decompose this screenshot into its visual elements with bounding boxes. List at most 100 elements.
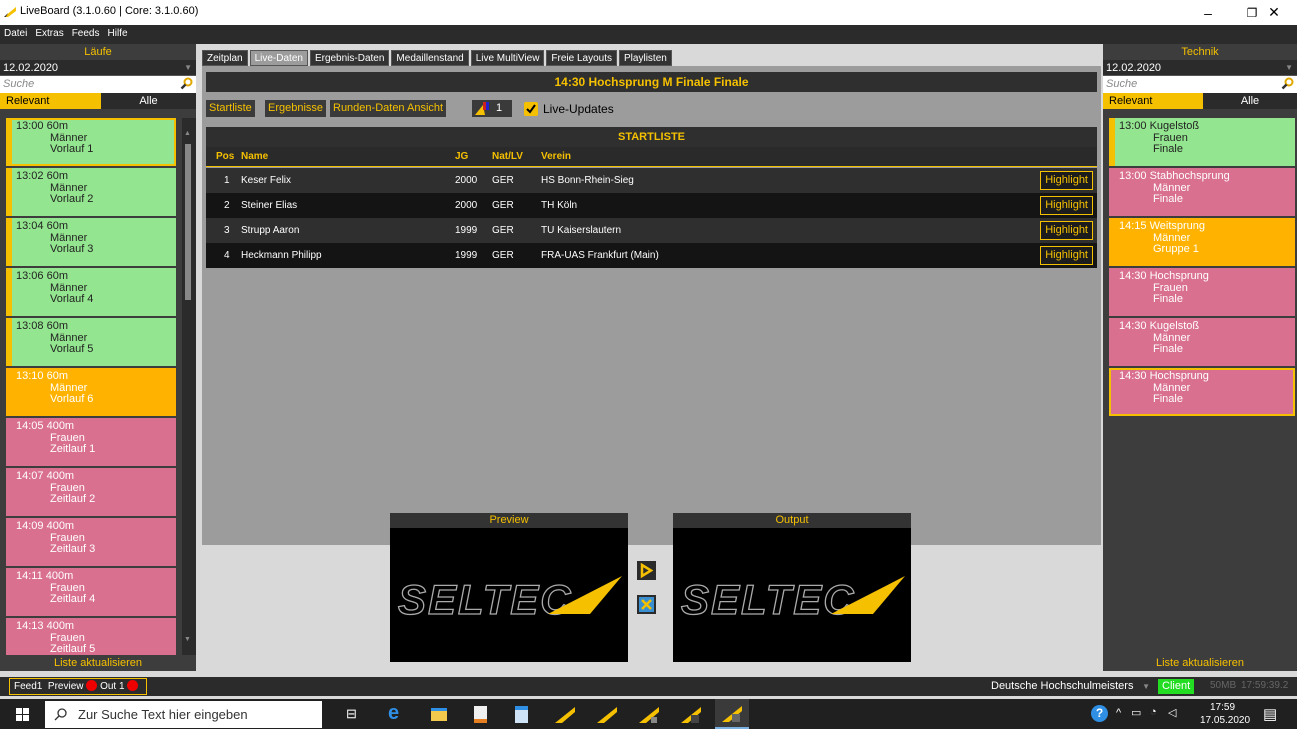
live-updates-checkbox[interactable] — [524, 102, 538, 116]
right-filter-relevant[interactable]: Relevant — [1103, 93, 1203, 109]
tab-freie-layouts[interactable]: Freie Layouts — [546, 50, 618, 66]
live-data-panel: 14:30 Hochsprung M Finale Finale Startli… — [202, 66, 1101, 545]
tab-medaillenstand[interactable]: Medaillenstand — [391, 50, 469, 66]
scroll-down-icon[interactable]: ▼ — [184, 636, 191, 643]
scroll-up-icon[interactable]: ▲ — [184, 130, 191, 137]
event-item[interactable]: 13:00 Kugelstoß Frauen Finale — [1109, 118, 1295, 166]
chevron-down-icon: ▼ — [184, 63, 192, 72]
chevron-down-icon: ▼ — [1142, 682, 1150, 691]
event-cat: Männer — [1153, 231, 1191, 244]
cell-pos: 4 — [224, 250, 230, 261]
event-cat: Männer — [1153, 181, 1191, 194]
event-item[interactable]: 14:30 Hochsprung Frauen Finale — [1109, 268, 1295, 316]
edge-icon[interactable]: e — [388, 702, 399, 725]
liveboard-taskbar-icon[interactable] — [597, 707, 617, 723]
right-filter-all[interactable]: Alle — [1203, 93, 1297, 109]
highlight-button[interactable]: Highlight — [1040, 246, 1093, 265]
event-cat: Männer — [1153, 331, 1191, 344]
logo-text: SELTEC — [681, 576, 856, 623]
event-item[interactable]: 14:05 400m Frauen Zeitlauf 1 — [6, 418, 176, 466]
event-item[interactable]: 13:08 60m Männer Vorlauf 5 — [6, 318, 176, 366]
event-item[interactable]: 13:10 60m Männer Vorlauf 6 — [6, 368, 176, 416]
menu-feeds[interactable]: Feeds — [68, 25, 104, 39]
right-search-placeholder: Suche — [1106, 78, 1138, 90]
search-icon[interactable] — [180, 77, 193, 90]
taskbar-clock[interactable]: 17:59 — [1210, 702, 1235, 713]
taskbar-search[interactable]: Zur Suche Text hier eingeben — [45, 701, 322, 728]
tray-chevron-up-icon[interactable]: ^ — [1116, 707, 1121, 719]
left-filter-all[interactable]: Alle — [101, 93, 196, 109]
task-view-icon[interactable]: ⊟ — [346, 706, 357, 722]
event-item[interactable]: 14:07 400m Frauen Zeitlauf 2 — [6, 468, 176, 516]
help-tray-icon[interactable]: ? — [1091, 705, 1108, 722]
event-item[interactable]: 13:00 Stabhochsprung Männer Finale — [1109, 168, 1295, 216]
tab-playlisten[interactable]: Playlisten — [619, 50, 672, 66]
highlight-button[interactable]: Highlight — [1040, 221, 1093, 240]
take-button[interactable] — [637, 561, 656, 580]
event-item[interactable]: 13:02 60m Männer Vorlauf 2 — [6, 168, 176, 216]
col-jg: JG — [455, 151, 469, 162]
feed-selector[interactable]: 1 — [472, 100, 512, 117]
clear-button[interactable] — [637, 595, 656, 614]
left-date-select[interactable]: 12.02.2020 ▼ — [0, 60, 196, 76]
taskbar-date[interactable]: 17.05.2020 — [1200, 715, 1250, 726]
right-date-select[interactable]: 12.02.2020 ▼ — [1103, 60, 1297, 76]
tab-ergebnis-daten[interactable]: Ergebnis-Daten — [309, 50, 390, 66]
event-round: Finale — [1153, 343, 1183, 355]
table-row[interactable]: 2 Steiner Elias 2000 GER TH Köln Highlight — [206, 193, 1097, 218]
windows-start-icon[interactable] — [16, 708, 29, 721]
liveboard-taskbar-icon[interactable] — [555, 707, 575, 723]
taskbar-doc-icon[interactable] — [515, 706, 528, 723]
taskbar-app-icon[interactable] — [474, 706, 487, 723]
left-refresh-button[interactable]: Liste aktualisieren — [0, 655, 196, 671]
table-row[interactable]: 1 Keser Felix 2000 GER HS Bonn-Rhein-Sieg Hig… — [206, 168, 1097, 193]
event-round: Zeitlauf 4 — [50, 593, 96, 605]
search-icon[interactable] — [1281, 77, 1294, 90]
event-item[interactable]: 14:30 Hochsprung Männer Finale — [1109, 368, 1295, 416]
tab-live-multiview[interactable]: Live MultiView — [470, 50, 545, 66]
highlight-button[interactable]: Highlight — [1040, 171, 1093, 190]
network-icon[interactable]: ▭ — [1131, 706, 1141, 719]
event-item[interactable]: 13:06 60m Männer Vorlauf 4 — [6, 268, 176, 316]
close-button[interactable]: ✕ — [1251, 0, 1297, 25]
feed-status[interactable]: Feed1 Preview Out 1 — [9, 678, 147, 695]
event-item[interactable]: 14:30 Kugelstoß Männer Finale — [1109, 318, 1295, 366]
table-row[interactable]: 4 Heckmann Philipp 1999 GER FRA-UAS Frankfur… — [206, 243, 1097, 268]
seltec-logo: SELTEC — [680, 575, 905, 624]
left-search-input[interactable]: Suche — [0, 76, 196, 93]
liveboard-taskbar-icon[interactable] — [639, 707, 659, 723]
event-item[interactable]: 14:15 Weitsprung Männer Gruppe 1 — [1109, 218, 1295, 266]
file-explorer-icon[interactable] — [431, 708, 447, 721]
competition-select[interactable]: Deutsche Hochschulmeisters ▼ — [987, 678, 1154, 695]
left-scroll-thumb[interactable] — [185, 144, 191, 300]
wifi-icon[interactable]: ◔ — [1150, 706, 1157, 718]
menu-extras[interactable]: Extras — [31, 25, 67, 39]
event-item[interactable]: 14:09 400m Frauen Zeitlauf 3 — [6, 518, 176, 566]
event-time: 13:08 60m — [16, 320, 68, 332]
right-search-input[interactable]: Suche — [1103, 76, 1297, 93]
runden-daten-button[interactable]: Runden-Daten Ansicht — [330, 100, 447, 117]
event-time: 13:00 Kugelstoß — [1119, 120, 1200, 132]
tab-zeitplan[interactable]: Zeitplan — [202, 50, 248, 66]
startliste-button[interactable]: Startliste — [206, 100, 255, 117]
menu-datei[interactable]: Datei — [0, 25, 31, 39]
left-filter-relevant[interactable]: Relevant — [0, 93, 101, 109]
event-time: 14:13 400m — [16, 620, 75, 632]
cell-name: Heckmann Philipp — [241, 250, 322, 261]
notification-icon[interactable]: ▤ — [1263, 705, 1277, 723]
left-scrollbar[interactable]: ▲ ▼ — [182, 118, 196, 655]
volume-icon[interactable]: ◁ — [1168, 706, 1176, 719]
liveboard-taskbar-active[interactable] — [715, 699, 749, 729]
highlight-button[interactable]: Highlight — [1040, 196, 1093, 215]
table-row[interactable]: 3 Strupp Aaron 1999 GER TU Kaiserslautern Hig… — [206, 218, 1097, 243]
liveboard-taskbar-icon[interactable] — [681, 707, 701, 723]
menu-hilfe[interactable]: Hilfe — [104, 25, 132, 39]
tab-live-daten[interactable]: Live-Daten — [249, 50, 308, 66]
event-item[interactable]: 13:00 60m Männer Vorlauf 1 — [6, 118, 176, 166]
minimize-button[interactable]: – — [1185, 0, 1231, 25]
event-item[interactable]: 14:11 400m Frauen Zeitlauf 4 — [6, 568, 176, 616]
ergebnisse-button[interactable]: Ergebnisse — [265, 100, 327, 117]
right-refresh-button[interactable]: Liste aktualisieren — [1103, 655, 1297, 671]
event-item[interactable]: 14:13 400m Frauen Zeitlauf 5 — [6, 618, 176, 655]
event-item[interactable]: 13:04 60m Männer Vorlauf 3 — [6, 218, 176, 266]
